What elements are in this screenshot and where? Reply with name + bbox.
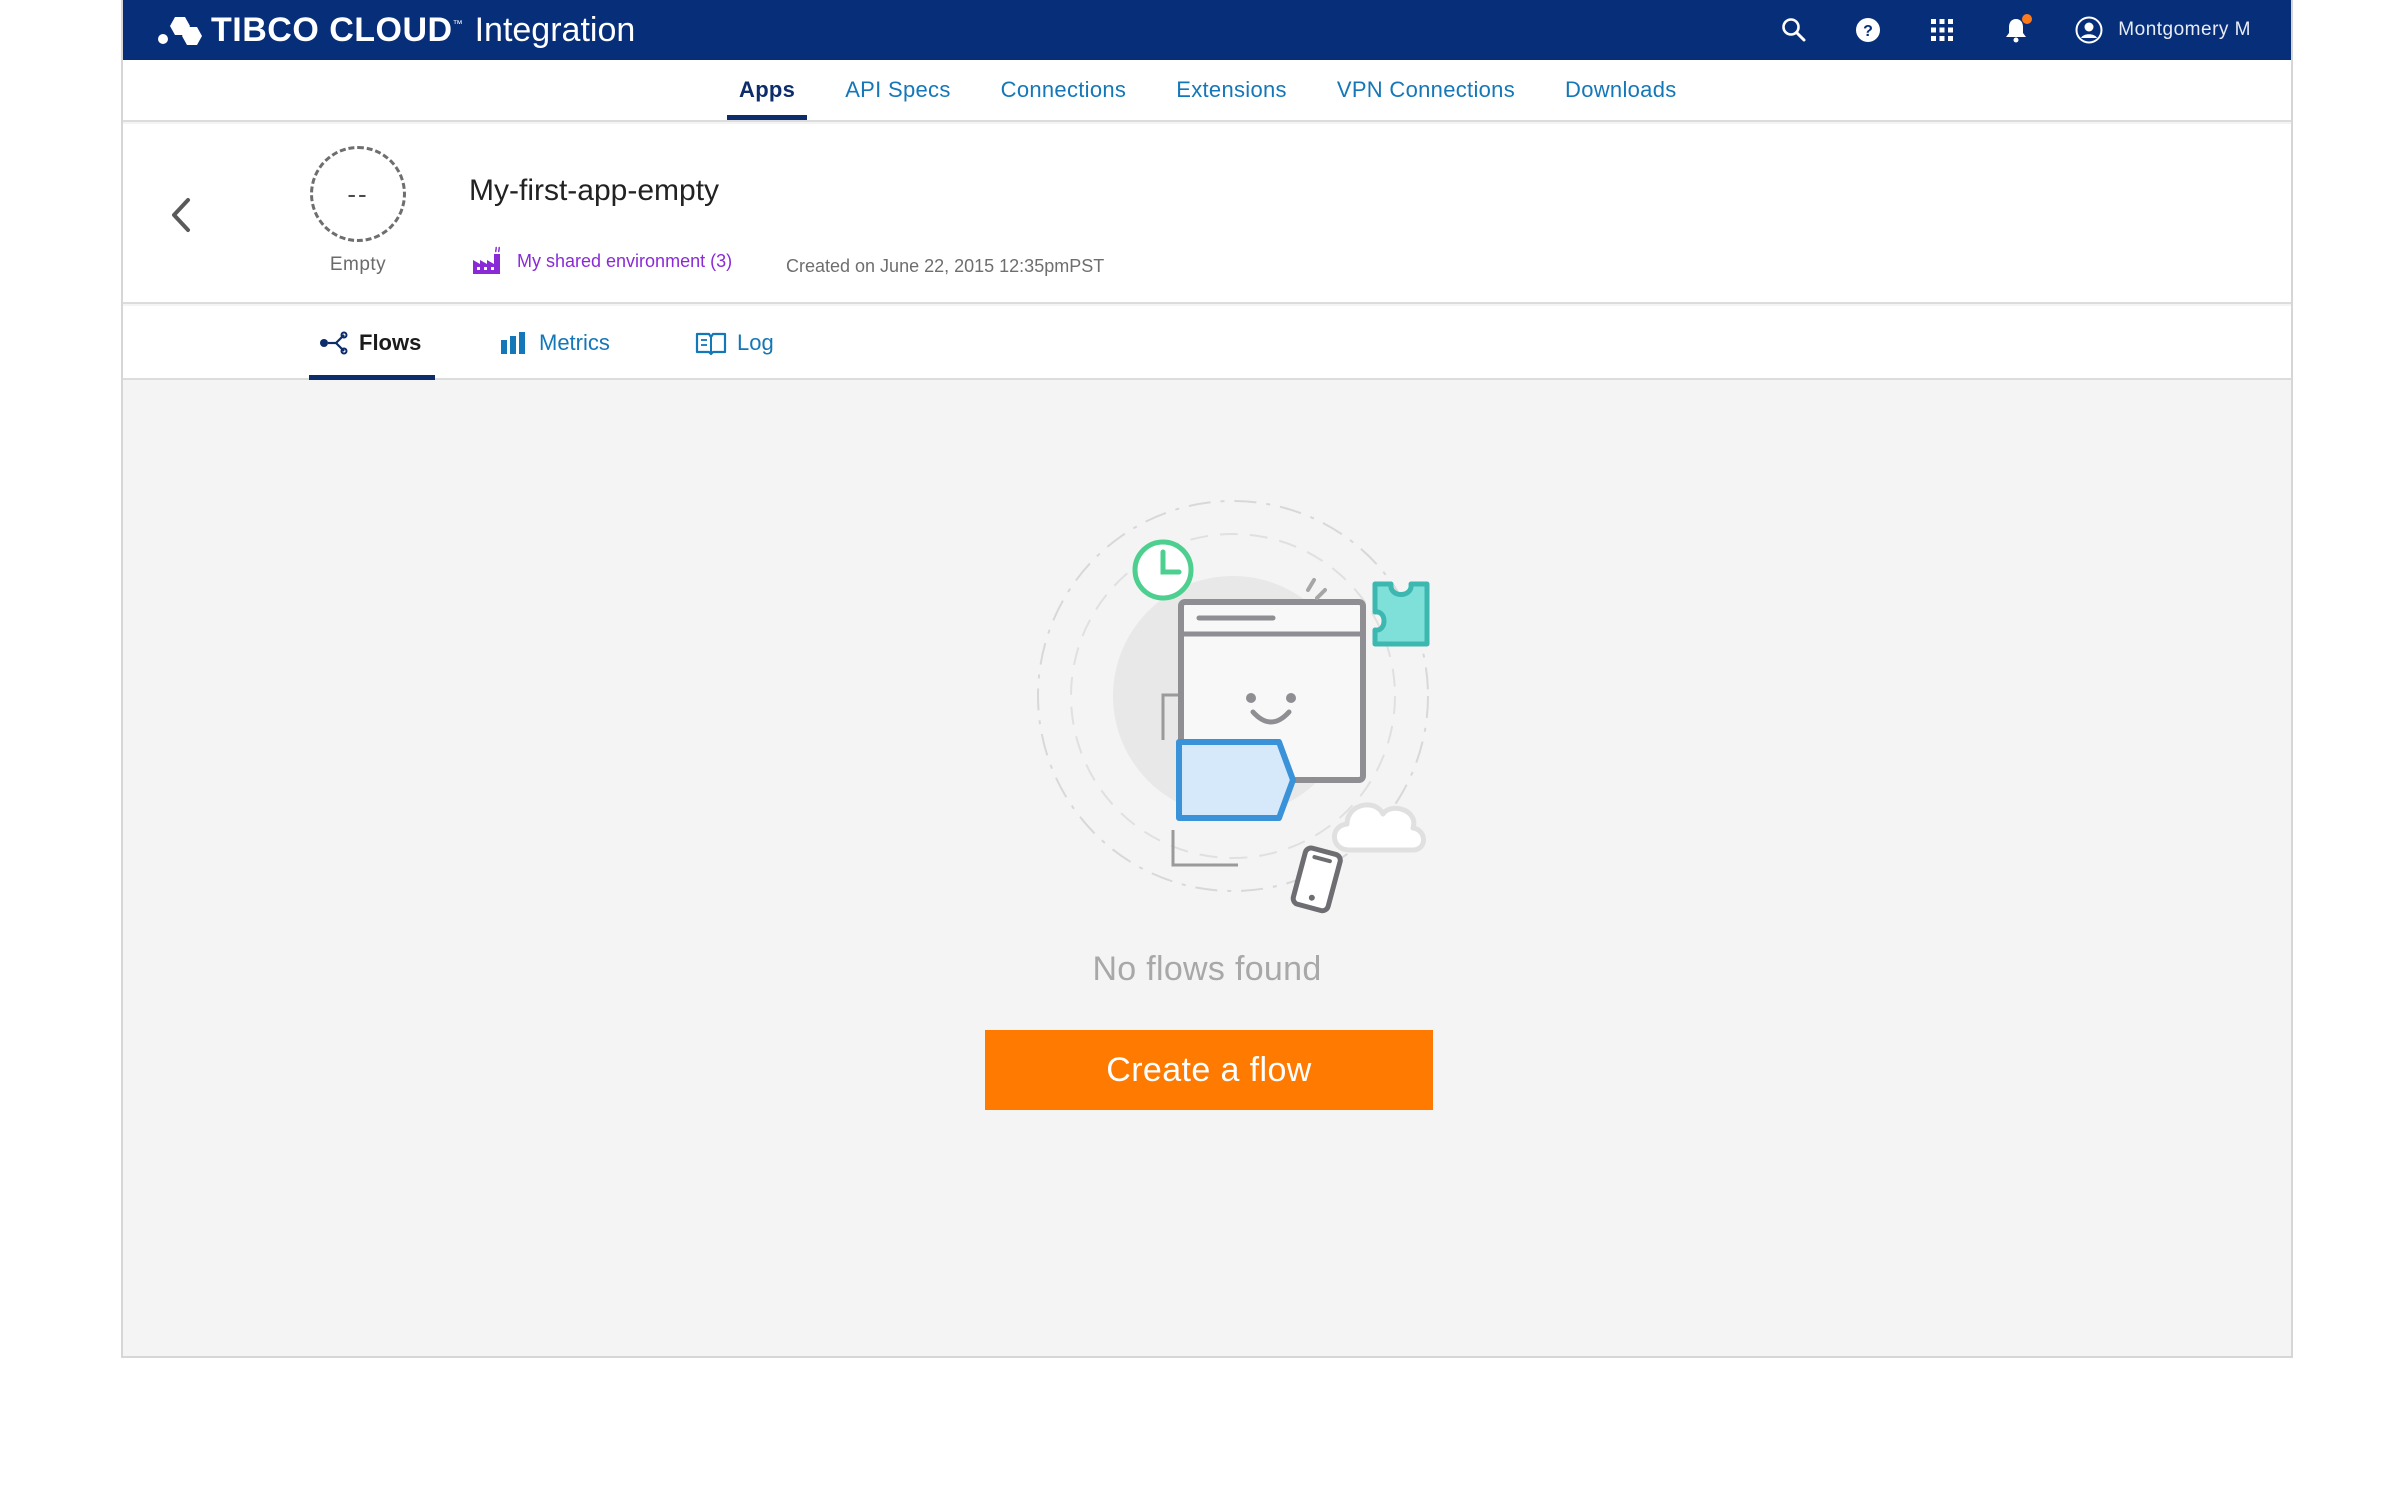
nav-tab-api-specs[interactable]: API Specs: [833, 60, 962, 120]
bar-chart-icon: [501, 332, 525, 354]
environment-link[interactable]: My shared environment (3): [471, 246, 732, 276]
tab-metrics-label: Metrics: [539, 330, 610, 355]
flows-icon: [320, 331, 348, 355]
empty-flows-illustration: [1037, 500, 1430, 914]
app-tabs: Flows Metrics Log: [123, 306, 2291, 380]
nav-tab-vpn-connections[interactable]: VPN Connections: [1325, 60, 1527, 120]
app-window: TIBCO CLOUD ™ Integration ? Montgomery M…: [121, 0, 2293, 1358]
tab-flows-label: Flows: [359, 330, 422, 355]
app-title: My-first-app-empty: [469, 174, 720, 207]
empty-state-message: No flows found: [1092, 950, 1322, 988]
app-status-label: Empty: [329, 254, 387, 275]
apps-grid-icon[interactable]: [1926, 14, 1958, 46]
tab-log[interactable]: Log: [695, 306, 774, 380]
product-name: Integration: [474, 10, 636, 49]
help-icon[interactable]: ?: [1852, 14, 1884, 46]
top-icons: ? Montgomery M: [1736, 0, 2251, 60]
nav-tab-connections[interactable]: Connections: [989, 60, 1139, 120]
notification-dot: [2022, 14, 2033, 24]
bell-icon[interactable]: [2000, 14, 2033, 46]
environment-name: My shared environment (3): [517, 250, 733, 271]
tab-log-label: Log: [737, 330, 774, 355]
main-nav-items: Apps API Specs Connections Extensions VP…: [727, 60, 1715, 120]
svg-text:?: ?: [1863, 23, 1873, 40]
user-name: Montgomery M: [2118, 19, 2251, 40]
search-icon[interactable]: [1778, 14, 1810, 46]
app-status-circle: --: [310, 146, 406, 242]
user-avatar-icon: [2075, 16, 2103, 44]
app-status-symbol: --: [347, 178, 369, 209]
tibco-logo-icon: [158, 17, 202, 45]
tab-flows[interactable]: Flows: [308, 306, 436, 380]
back-chevron-icon[interactable]: [161, 190, 201, 240]
nav-tab-extensions[interactable]: Extensions: [1164, 60, 1299, 120]
open-book-icon: [695, 332, 727, 355]
factory-icon: [473, 246, 501, 274]
nav-tab-downloads[interactable]: Downloads: [1553, 60, 1689, 120]
created-date: Created on June 22, 2015 12:35pmPST: [786, 256, 1105, 276]
brand-name: TIBCO CLOUD: [211, 10, 453, 49]
user-menu[interactable]: Montgomery M: [2074, 15, 2251, 45]
brand-trademark: ™: [452, 18, 463, 30]
create-flow-button[interactable]: Create a flow: [985, 1030, 1433, 1110]
top-bar: TIBCO CLOUD ™ Integration ? Montgomery M: [123, 0, 2291, 60]
nav-tab-apps[interactable]: Apps: [727, 60, 808, 120]
brand-logo[interactable]: TIBCO CLOUD ™ Integration: [157, 8, 635, 52]
main-nav: Apps API Specs Connections Extensions VP…: [123, 60, 2291, 122]
tab-metrics[interactable]: Metrics: [499, 306, 610, 380]
app-header: -- Empty My-first-app-empty My shared en…: [123, 124, 2291, 304]
